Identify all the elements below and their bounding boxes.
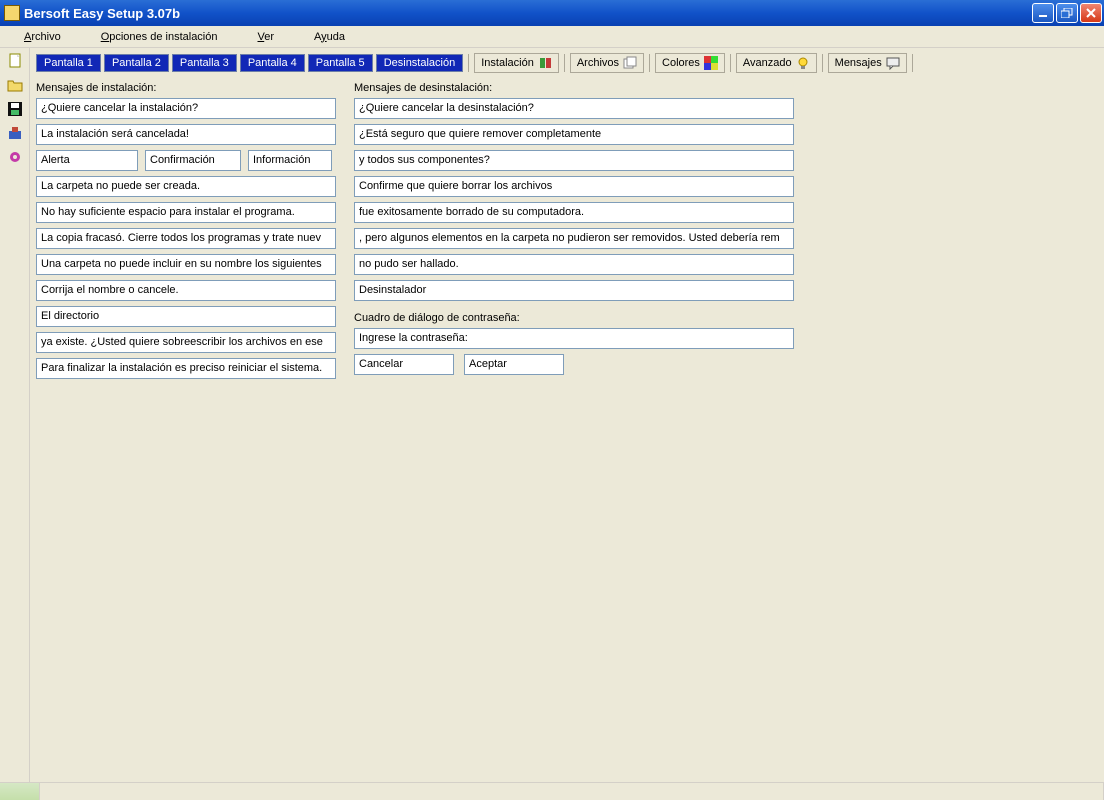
install-msg-cancelled[interactable]: La instalación será cancelada! <box>36 124 336 145</box>
password-ok[interactable]: Aceptar <box>464 354 564 375</box>
tab-pantalla-5[interactable]: Pantalla 5 <box>308 54 373 72</box>
install-messages-column: Mensajes de instalación: ¿Quiere cancela… <box>36 80 336 384</box>
uninstall-messages-header: Mensajes de desinstalación: <box>354 80 794 98</box>
tab-avanzado-label: Avanzado <box>743 57 792 69</box>
restore-button[interactable] <box>1056 3 1078 23</box>
build-icon <box>7 125 23 141</box>
build-button[interactable] <box>5 124 25 142</box>
uninstall-msg-title[interactable]: Desinstalador <box>354 280 794 301</box>
app-icon <box>4 5 20 21</box>
password-dialog-header: Cuadro de diálogo de contraseña: <box>354 310 794 328</box>
uninstall-messages-column: Mensajes de desinstalación: ¿Quiere canc… <box>354 80 794 384</box>
titlebar: Bersoft Easy Setup 3.07b <box>0 0 1104 26</box>
settings-button[interactable] <box>5 148 25 166</box>
menu-ver[interactable]: Ver <box>238 29 295 45</box>
menu-archivo[interactable]: Archivo <box>4 29 81 45</box>
uninstall-msg-cancel-q[interactable]: ¿Quiere cancelar la desinstalación? <box>354 98 794 119</box>
tab-separator <box>730 54 731 72</box>
password-prompt[interactable]: Ingrese la contraseña: <box>354 328 794 349</box>
tab-colores[interactable]: Colores <box>655 53 725 73</box>
new-file-icon <box>7 53 23 69</box>
tab-strip: Pantalla 1 Pantalla 2 Pantalla 3 Pantall… <box>36 52 1098 74</box>
open-folder-icon <box>7 77 23 93</box>
tab-pantalla-4[interactable]: Pantalla 4 <box>240 54 305 72</box>
tab-desinstalacion[interactable]: Desinstalación <box>376 54 464 72</box>
uninstall-msg-sure[interactable]: ¿Está seguro que quiere remover completa… <box>354 124 794 145</box>
bulb-icon <box>796 56 810 70</box>
status-segment-2 <box>40 783 1104 800</box>
tab-pantalla-2[interactable]: Pantalla 2 <box>104 54 169 72</box>
restore-icon <box>1061 8 1073 18</box>
side-toolbar <box>0 48 30 782</box>
open-file-button[interactable] <box>5 76 25 94</box>
close-icon <box>1086 8 1096 18</box>
tab-mensajes-label: Mensajes <box>835 57 882 69</box>
uninstall-msg-components[interactable]: y todos sus componentes? <box>354 150 794 171</box>
install-msg-alert[interactable]: Alerta <box>36 150 138 171</box>
files-icon <box>623 56 637 70</box>
minimize-icon <box>1038 9 1048 17</box>
tab-mensajes[interactable]: Mensajes <box>828 53 907 73</box>
menubar: Archivo Opciones de instalación Ver Ayud… <box>0 26 1104 48</box>
tab-separator <box>564 54 565 72</box>
install-msg-restart[interactable]: Para finalizar la instalación es preciso… <box>36 358 336 379</box>
install-msg-exists[interactable]: ya existe. ¿Usted quiere sobreescribir l… <box>36 332 336 353</box>
tab-separator <box>649 54 650 72</box>
menu-ayuda[interactable]: Ayuda <box>294 29 365 45</box>
menu-opciones[interactable]: Opciones de instalación <box>81 29 238 45</box>
tab-separator <box>468 54 469 72</box>
tab-separator <box>912 54 913 72</box>
close-button[interactable] <box>1080 3 1102 23</box>
window-buttons <box>1032 3 1102 23</box>
install-msg-invalidchars[interactable]: Una carpeta no puede incluir en su nombr… <box>36 254 336 275</box>
tab-pantalla-1[interactable]: Pantalla 1 <box>36 54 101 72</box>
install-msg-confirm[interactable]: Confirmación <box>145 150 241 171</box>
uninstall-msg-partial[interactable]: , pero algunos elementos en la carpeta n… <box>354 228 794 249</box>
install-icon <box>538 56 552 70</box>
message-icon <box>886 56 900 70</box>
uninstall-msg-notfound[interactable]: no pudo ser hallado. <box>354 254 794 275</box>
window-title: Bersoft Easy Setup 3.07b <box>24 6 1032 21</box>
uninstall-msg-confirmdelete[interactable]: Confirme que quiere borrar los archivos <box>354 176 794 197</box>
colors-icon <box>704 56 718 70</box>
install-msg-folder-noncreate[interactable]: La carpeta no puede ser creada. <box>36 176 336 197</box>
install-msg-dir[interactable]: El directorio <box>36 306 336 327</box>
new-file-button[interactable] <box>5 52 25 70</box>
tab-archivos[interactable]: Archivos <box>570 53 644 73</box>
statusbar <box>0 782 1104 800</box>
install-msg-info[interactable]: Información <box>248 150 332 171</box>
tab-colores-label: Colores <box>662 57 700 69</box>
gear-icon <box>7 149 23 165</box>
install-msg-copyfail[interactable]: La copia fracasó. Cierre todos los progr… <box>36 228 336 249</box>
form-columns: Mensajes de instalación: ¿Quiere cancela… <box>36 80 1098 384</box>
install-msg-cancel-q[interactable]: ¿Quiere cancelar la instalación? <box>36 98 336 119</box>
tab-avanzado[interactable]: Avanzado <box>736 53 817 73</box>
save-button[interactable] <box>5 100 25 118</box>
tab-instalacion[interactable]: Instalación <box>474 53 559 73</box>
floppy-icon <box>7 101 23 117</box>
content-area: Pantalla 1 Pantalla 2 Pantalla 3 Pantall… <box>30 48 1104 782</box>
password-cancel[interactable]: Cancelar <box>354 354 454 375</box>
install-msg-nospace[interactable]: No hay suficiente espacio para instalar … <box>36 202 336 223</box>
tab-pantalla-3[interactable]: Pantalla 3 <box>172 54 237 72</box>
minimize-button[interactable] <box>1032 3 1054 23</box>
uninstall-msg-success[interactable]: fue exitosamente borrado de su computado… <box>354 202 794 223</box>
tab-separator <box>822 54 823 72</box>
tab-instalacion-label: Instalación <box>481 57 534 69</box>
status-segment-1 <box>0 783 40 800</box>
tab-archivos-label: Archivos <box>577 57 619 69</box>
install-messages-header: Mensajes de instalación: <box>36 80 336 98</box>
install-msg-fixname[interactable]: Corrija el nombre o cancele. <box>36 280 336 301</box>
